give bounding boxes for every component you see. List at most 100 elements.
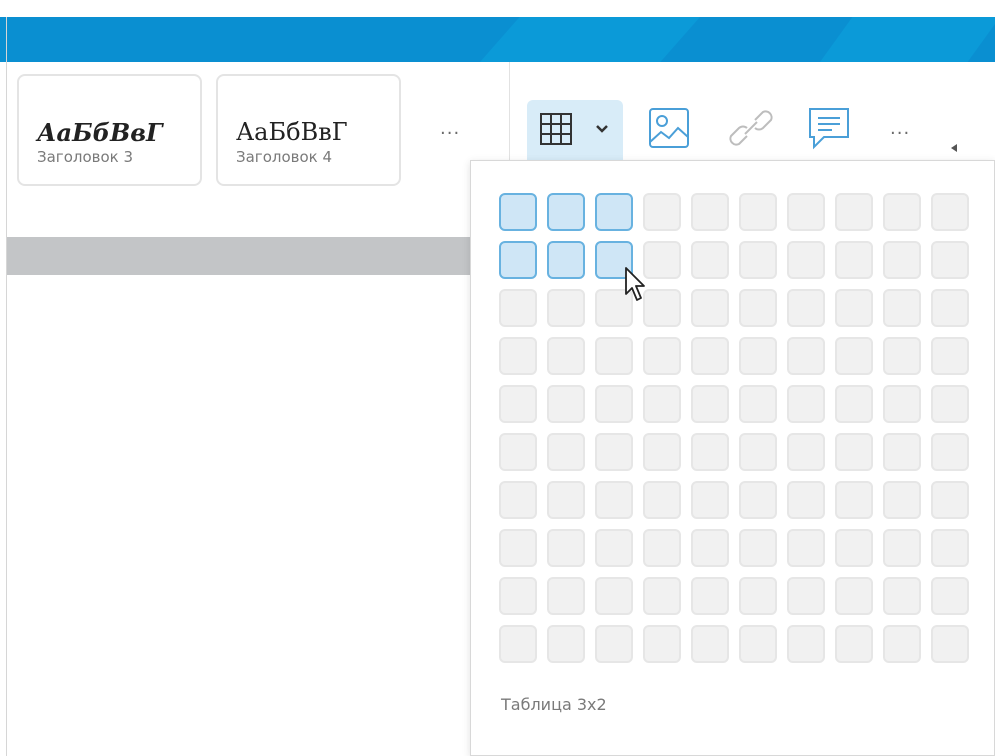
table-size-cell[interactable] bbox=[547, 241, 585, 279]
table-size-cell[interactable] bbox=[931, 577, 969, 615]
table-size-cell[interactable] bbox=[499, 337, 537, 375]
table-size-cell[interactable] bbox=[547, 625, 585, 663]
table-size-cell[interactable] bbox=[547, 577, 585, 615]
table-size-cell[interactable] bbox=[787, 577, 825, 615]
table-size-cell[interactable] bbox=[499, 241, 537, 279]
table-size-cell[interactable] bbox=[691, 337, 729, 375]
scroll-left-icon[interactable] bbox=[950, 143, 958, 153]
table-size-cell[interactable] bbox=[787, 337, 825, 375]
table-size-cell[interactable] bbox=[883, 577, 921, 615]
style-heading-3[interactable]: АаБбВвГ Заголовок 3 bbox=[17, 74, 202, 186]
insert-link-button[interactable] bbox=[728, 100, 774, 156]
table-size-cell[interactable] bbox=[643, 385, 681, 423]
table-size-cell[interactable] bbox=[787, 241, 825, 279]
table-size-cell[interactable] bbox=[499, 529, 537, 567]
table-size-cell[interactable] bbox=[643, 241, 681, 279]
table-size-cell[interactable] bbox=[595, 385, 633, 423]
table-size-cell[interactable] bbox=[595, 193, 633, 231]
table-size-cell[interactable] bbox=[547, 481, 585, 519]
table-size-cell[interactable] bbox=[835, 385, 873, 423]
table-size-cell[interactable] bbox=[739, 193, 777, 231]
table-size-cell[interactable] bbox=[787, 481, 825, 519]
table-size-cell[interactable] bbox=[739, 337, 777, 375]
table-size-cell[interactable] bbox=[595, 433, 633, 471]
table-size-cell[interactable] bbox=[643, 577, 681, 615]
table-size-cell[interactable] bbox=[739, 433, 777, 471]
table-size-cell[interactable] bbox=[835, 433, 873, 471]
table-size-cell[interactable] bbox=[835, 481, 873, 519]
table-size-cell[interactable] bbox=[691, 625, 729, 663]
table-size-cell[interactable] bbox=[499, 193, 537, 231]
table-size-cell[interactable] bbox=[643, 337, 681, 375]
table-size-cell[interactable] bbox=[499, 625, 537, 663]
table-size-cell[interactable] bbox=[643, 625, 681, 663]
table-size-cell[interactable] bbox=[739, 625, 777, 663]
table-size-cell[interactable] bbox=[691, 433, 729, 471]
table-size-cell[interactable] bbox=[931, 289, 969, 327]
table-size-cell[interactable] bbox=[595, 529, 633, 567]
table-size-cell[interactable] bbox=[787, 193, 825, 231]
table-size-cell[interactable] bbox=[595, 625, 633, 663]
table-size-cell[interactable] bbox=[883, 193, 921, 231]
table-size-cell[interactable] bbox=[547, 193, 585, 231]
table-size-cell[interactable] bbox=[787, 625, 825, 663]
table-size-cell[interactable] bbox=[643, 193, 681, 231]
table-size-cell[interactable] bbox=[835, 337, 873, 375]
table-size-cell[interactable] bbox=[931, 193, 969, 231]
table-size-cell[interactable] bbox=[595, 577, 633, 615]
table-size-cell[interactable] bbox=[787, 385, 825, 423]
table-size-cell[interactable] bbox=[883, 529, 921, 567]
more-styles-button[interactable]: ... bbox=[440, 118, 460, 139]
table-size-cell[interactable] bbox=[643, 433, 681, 471]
table-size-cell[interactable] bbox=[739, 481, 777, 519]
table-size-cell[interactable] bbox=[595, 289, 633, 327]
table-size-cell[interactable] bbox=[787, 529, 825, 567]
table-size-cell[interactable] bbox=[643, 529, 681, 567]
table-size-cell[interactable] bbox=[739, 577, 777, 615]
table-size-cell[interactable] bbox=[787, 433, 825, 471]
table-size-cell[interactable] bbox=[883, 625, 921, 663]
table-size-cell[interactable] bbox=[835, 193, 873, 231]
table-size-cell[interactable] bbox=[547, 529, 585, 567]
insert-image-button[interactable] bbox=[646, 100, 692, 156]
document-page[interactable] bbox=[7, 275, 475, 756]
table-size-cell[interactable] bbox=[739, 385, 777, 423]
table-size-cell[interactable] bbox=[883, 385, 921, 423]
table-size-cell[interactable] bbox=[883, 433, 921, 471]
table-size-cell[interactable] bbox=[883, 481, 921, 519]
table-size-cell[interactable] bbox=[931, 241, 969, 279]
table-size-cell[interactable] bbox=[739, 529, 777, 567]
table-size-cell[interactable] bbox=[931, 337, 969, 375]
table-size-cell[interactable] bbox=[691, 481, 729, 519]
table-size-cell[interactable] bbox=[499, 385, 537, 423]
insert-table-button[interactable] bbox=[527, 100, 623, 162]
table-size-cell[interactable] bbox=[835, 241, 873, 279]
table-size-cell[interactable] bbox=[739, 289, 777, 327]
table-size-cell[interactable] bbox=[931, 625, 969, 663]
table-size-cell[interactable] bbox=[547, 289, 585, 327]
table-size-cell[interactable] bbox=[691, 289, 729, 327]
table-size-cell[interactable] bbox=[691, 529, 729, 567]
table-size-cell[interactable] bbox=[547, 433, 585, 471]
table-size-cell[interactable] bbox=[643, 289, 681, 327]
table-size-cell[interactable] bbox=[499, 289, 537, 327]
table-size-cell[interactable] bbox=[835, 577, 873, 615]
table-size-cell[interactable] bbox=[595, 481, 633, 519]
table-size-cell[interactable] bbox=[547, 337, 585, 375]
table-size-cell[interactable] bbox=[835, 289, 873, 327]
table-size-cell[interactable] bbox=[691, 193, 729, 231]
table-size-cell[interactable] bbox=[739, 241, 777, 279]
more-tools-button[interactable]: ... bbox=[890, 118, 910, 139]
table-size-cell[interactable] bbox=[595, 337, 633, 375]
table-size-cell[interactable] bbox=[691, 577, 729, 615]
table-size-cell[interactable] bbox=[499, 481, 537, 519]
table-size-cell[interactable] bbox=[595, 241, 633, 279]
table-size-cell[interactable] bbox=[499, 577, 537, 615]
style-heading-4[interactable]: АаБбВвГ Заголовок 4 bbox=[216, 74, 401, 186]
table-size-cell[interactable] bbox=[787, 289, 825, 327]
table-size-cell[interactable] bbox=[931, 433, 969, 471]
table-size-cell[interactable] bbox=[931, 481, 969, 519]
table-size-cell[interactable] bbox=[643, 481, 681, 519]
table-size-cell[interactable] bbox=[691, 385, 729, 423]
table-size-cell[interactable] bbox=[691, 241, 729, 279]
